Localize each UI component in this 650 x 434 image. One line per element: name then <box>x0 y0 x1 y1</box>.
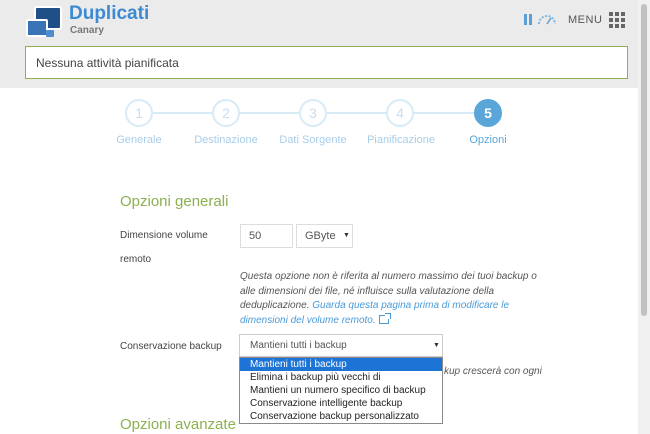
duplicati-logo-icon[interactable] <box>26 6 64 38</box>
step-connector <box>327 112 389 114</box>
chevron-down-icon: ▼ <box>343 232 350 239</box>
volume-size-note: Questa opzione non è riferita al numero … <box>240 270 550 328</box>
retention-select[interactable]: Mantieni tutti i backup <box>239 334 443 357</box>
step-1-label[interactable]: Generale <box>89 134 189 146</box>
chevron-down-icon: ▼ <box>433 342 440 349</box>
throttle-speed-icon[interactable] <box>538 13 556 25</box>
step-connector <box>153 112 215 114</box>
step-3-label[interactable]: Dati Sorgente <box>263 134 363 146</box>
app-subtitle: Canary <box>70 25 104 36</box>
pause-icon[interactable] <box>523 14 533 25</box>
retention-value: Mantieni tutti i backup <box>250 340 347 351</box>
step-1-circle[interactable]: 1 <box>125 99 153 127</box>
volume-size-label-line2: remoto <box>120 254 152 265</box>
volume-size-input[interactable]: 50 <box>240 224 293 248</box>
retention-label: Conservazione backup <box>120 341 222 352</box>
app-header: Duplicati Canary MENU Nessuna attività p… <box>0 0 638 88</box>
status-bar: Nessuna attività pianificata <box>25 46 628 79</box>
retention-option[interactable]: Conservazione backup personalizzato <box>240 410 442 423</box>
retention-option[interactable]: Conservazione intelligente backup <box>240 397 442 410</box>
retention-dropdown-list[interactable]: Mantieni tutti i backup Elimina i backup… <box>239 357 443 424</box>
volume-size-label: Dimensione volume <box>120 230 208 241</box>
step-connector <box>414 112 476 114</box>
retention-note-partial: kup crescerà con ogni <box>444 366 542 377</box>
retention-option[interactable]: Elimina i backup più vecchi di <box>240 371 442 384</box>
menu-button[interactable]: MENU <box>568 14 602 26</box>
step-2-label[interactable]: Destinazione <box>176 134 276 146</box>
step-5-label[interactable]: Opzioni <box>438 134 538 146</box>
retention-option[interactable]: Mantieni tutti i backup <box>240 358 442 371</box>
step-5-circle[interactable]: 5 <box>474 99 502 127</box>
step-4-circle[interactable]: 4 <box>386 99 414 127</box>
step-4-label[interactable]: Pianificazione <box>351 134 451 146</box>
advanced-options-heading[interactable]: Opzioni avanzate <box>120 416 236 433</box>
app-title[interactable]: Duplicati <box>69 3 149 25</box>
general-options-heading: Opzioni generali <box>120 193 229 210</box>
step-2-circle[interactable]: 2 <box>212 99 240 127</box>
external-link-icon[interactable] <box>378 312 391 324</box>
apps-grid-icon[interactable] <box>609 12 625 28</box>
step-3-circle[interactable]: 3 <box>299 99 327 127</box>
step-connector <box>240 112 302 114</box>
volume-unit-value: GByte <box>305 230 336 242</box>
scrollbar-thumb[interactable] <box>641 4 647 316</box>
retention-option[interactable]: Mantieni un numero specifico di backup <box>240 384 442 397</box>
